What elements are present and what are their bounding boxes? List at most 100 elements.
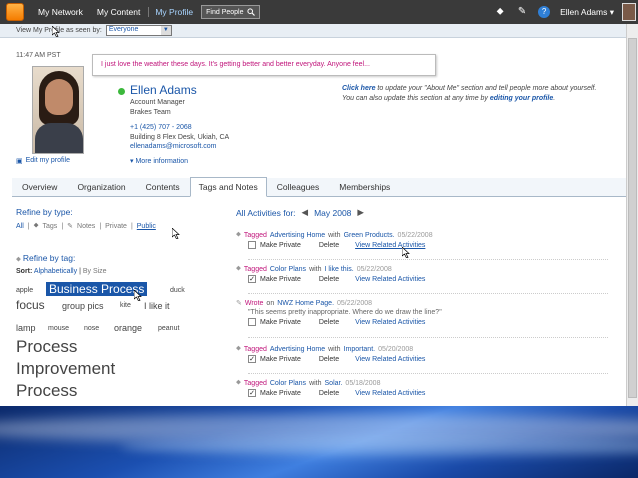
make-private-checkbox[interactable]: ✓ bbox=[248, 355, 256, 363]
search-icon bbox=[246, 8, 255, 16]
profile-team: Brakes Team bbox=[130, 108, 171, 116]
tag-lamp[interactable]: lamp bbox=[16, 323, 36, 333]
delete-link[interactable]: Delete bbox=[319, 276, 339, 283]
tag-cloud: apple Business Process duck focus group … bbox=[16, 279, 216, 409]
view-related-link[interactable]: View Related Activities bbox=[355, 356, 425, 363]
activity-verb: Wrote bbox=[244, 299, 264, 307]
tag-peanut[interactable]: peanut bbox=[158, 325, 179, 332]
activities-label: All Activities for: bbox=[236, 207, 296, 218]
activity-tag[interactable]: Important. bbox=[344, 346, 376, 353]
tab-overview[interactable]: Overview bbox=[12, 182, 67, 196]
profile-email[interactable]: ellenadams@microsoft.com bbox=[130, 142, 229, 152]
tab-memberships[interactable]: Memberships bbox=[329, 182, 400, 196]
prev-month-arrow[interactable]: ◀ bbox=[302, 207, 309, 218]
tag-improvement[interactable]: Improvement bbox=[16, 359, 115, 379]
profile-phone[interactable]: +1 (425) 707 - 2068 bbox=[130, 123, 229, 133]
activity-tag[interactable]: I like this. bbox=[325, 266, 354, 273]
profile-title: Account Manager bbox=[130, 99, 185, 106]
delete-link[interactable]: Delete bbox=[319, 390, 339, 397]
vertical-scrollbar[interactable] bbox=[626, 24, 638, 406]
mysite-logo[interactable] bbox=[6, 3, 24, 21]
more-information-link[interactable]: ▾ More information bbox=[130, 157, 188, 165]
activity-tag[interactable]: Solar. bbox=[325, 380, 343, 387]
tag-duck[interactable]: duck bbox=[170, 287, 185, 294]
filter-notes[interactable]: Notes bbox=[77, 223, 95, 230]
tag-process[interactable]: Process bbox=[16, 337, 77, 357]
make-private-checkbox[interactable]: ✓ bbox=[248, 389, 256, 397]
tag-group-pics[interactable]: group pics bbox=[62, 301, 104, 311]
status-message[interactable]: I just love the weather these days. It's… bbox=[92, 54, 436, 76]
profile-details: Account Manager Brakes Team +1 (425) 707… bbox=[130, 98, 229, 152]
delete-link[interactable]: Delete bbox=[319, 319, 339, 326]
activity-subject[interactable]: Advertising Home bbox=[270, 346, 325, 353]
delete-link[interactable]: Delete bbox=[319, 242, 339, 249]
view-related-link[interactable]: View Related Activities bbox=[355, 242, 425, 249]
make-private-checkbox[interactable] bbox=[248, 318, 256, 326]
filter-private[interactable]: Private bbox=[105, 223, 127, 230]
tag-icon: ⬥ bbox=[236, 265, 241, 272]
activity-subject[interactable]: Color Plans bbox=[270, 380, 306, 387]
activity-date: 05/22/2008 bbox=[397, 231, 433, 239]
user-menu[interactable]: Ellen Adams ▾ bbox=[560, 7, 614, 18]
tag-i-like-it[interactable]: I like it bbox=[144, 301, 170, 311]
user-avatar[interactable] bbox=[622, 3, 636, 21]
nav-my-network[interactable]: My Network bbox=[38, 7, 83, 17]
tag-orange[interactable]: orange bbox=[114, 323, 142, 333]
profile-tabs: Overview Organization Contents Tags and … bbox=[12, 177, 626, 197]
delete-link[interactable]: Delete bbox=[319, 356, 339, 363]
activity-date: 05/20/2008 bbox=[378, 345, 414, 353]
tag-nose[interactable]: nose bbox=[84, 325, 99, 332]
activity-note-text: "This seems pretty inappropriate. Where … bbox=[248, 309, 442, 316]
tag-process-2[interactable]: Process bbox=[16, 381, 77, 401]
scrollbar-thumb[interactable] bbox=[628, 38, 637, 398]
profile-name[interactable]: Ellen Adams bbox=[130, 83, 197, 97]
activity-subject[interactable]: NWZ Home Page. bbox=[277, 300, 334, 307]
activities-panel: All Activities for: ◀ May 2008 ▶ ⬥ Tagged… bbox=[236, 207, 616, 397]
view-related-link[interactable]: View Related Activities bbox=[355, 390, 425, 397]
tag-business-process[interactable]: Business Process bbox=[46, 282, 148, 296]
next-month-arrow[interactable]: ▶ bbox=[357, 207, 364, 218]
sort-by-size[interactable]: By Size bbox=[83, 268, 107, 275]
make-private-checkbox[interactable]: ✓ bbox=[248, 275, 256, 283]
activity-tag[interactable]: Green Products. bbox=[344, 232, 395, 239]
tag-mouse[interactable]: mouse bbox=[48, 325, 69, 332]
nav-my-profile[interactable]: My Profile bbox=[148, 7, 193, 17]
tab-contents[interactable]: Contents bbox=[136, 182, 190, 196]
note-board-icon[interactable]: ✎ bbox=[516, 6, 528, 18]
chevron-down-icon: ▼ bbox=[160, 26, 171, 35]
tag-focus[interactable]: focus bbox=[16, 298, 45, 312]
sort-alphabetically[interactable]: Alphabetically bbox=[34, 268, 77, 275]
find-people-button[interactable]: Find People bbox=[201, 5, 260, 19]
view-as-select[interactable]: Everyone ▼ bbox=[105, 25, 172, 36]
tag-apple[interactable]: apple bbox=[16, 287, 33, 294]
filter-public[interactable]: Public bbox=[137, 223, 156, 230]
view-related-link[interactable]: View Related Activities bbox=[355, 276, 425, 283]
filter-all[interactable]: All bbox=[16, 223, 24, 230]
click-here-link[interactable]: Click here bbox=[342, 85, 375, 92]
tag-icon[interactable]: ⬥ bbox=[494, 6, 506, 18]
editing-profile-link[interactable]: editing your profile bbox=[490, 95, 553, 102]
filter-tags[interactable]: Tags bbox=[43, 223, 58, 230]
activity-subject[interactable]: Color Plans bbox=[270, 266, 306, 273]
refine-tag-header: ⬥ Refine by tag: bbox=[16, 253, 226, 264]
activity-date: 05/18/2008 bbox=[345, 379, 381, 387]
make-private-checkbox[interactable] bbox=[248, 241, 256, 249]
tab-organization[interactable]: Organization bbox=[67, 182, 135, 196]
presence-icon bbox=[118, 88, 125, 95]
activity-item: ⬥ Tagged Color Plans with Solar. 05/18/2008… bbox=[236, 379, 610, 397]
view-related-link[interactable]: View Related Activities bbox=[355, 319, 425, 326]
activity-subject[interactable]: Advertising Home bbox=[270, 232, 325, 239]
edit-profile-label: Edit my profile bbox=[25, 157, 70, 164]
help-icon[interactable]: ? bbox=[538, 6, 551, 18]
tab-tags-and-notes[interactable]: Tags and Notes bbox=[189, 177, 267, 197]
tag-icon: ⬥ bbox=[236, 231, 241, 238]
tag-kite[interactable]: kite bbox=[120, 302, 131, 309]
activity-verb: Tagged bbox=[243, 345, 267, 353]
activity-date: 05/22/2008 bbox=[356, 265, 392, 273]
activity-item: ⬥ Tagged Color Plans with I like this. 05/2… bbox=[236, 265, 610, 283]
tab-colleagues[interactable]: Colleagues bbox=[267, 182, 330, 196]
nav-my-content[interactable]: My Content bbox=[97, 7, 140, 17]
chevron-down-icon: ▾ bbox=[130, 158, 134, 165]
edit-profile-link[interactable]: ▣ Edit my profile bbox=[16, 157, 70, 165]
activity-verb: Tagged bbox=[243, 379, 267, 387]
